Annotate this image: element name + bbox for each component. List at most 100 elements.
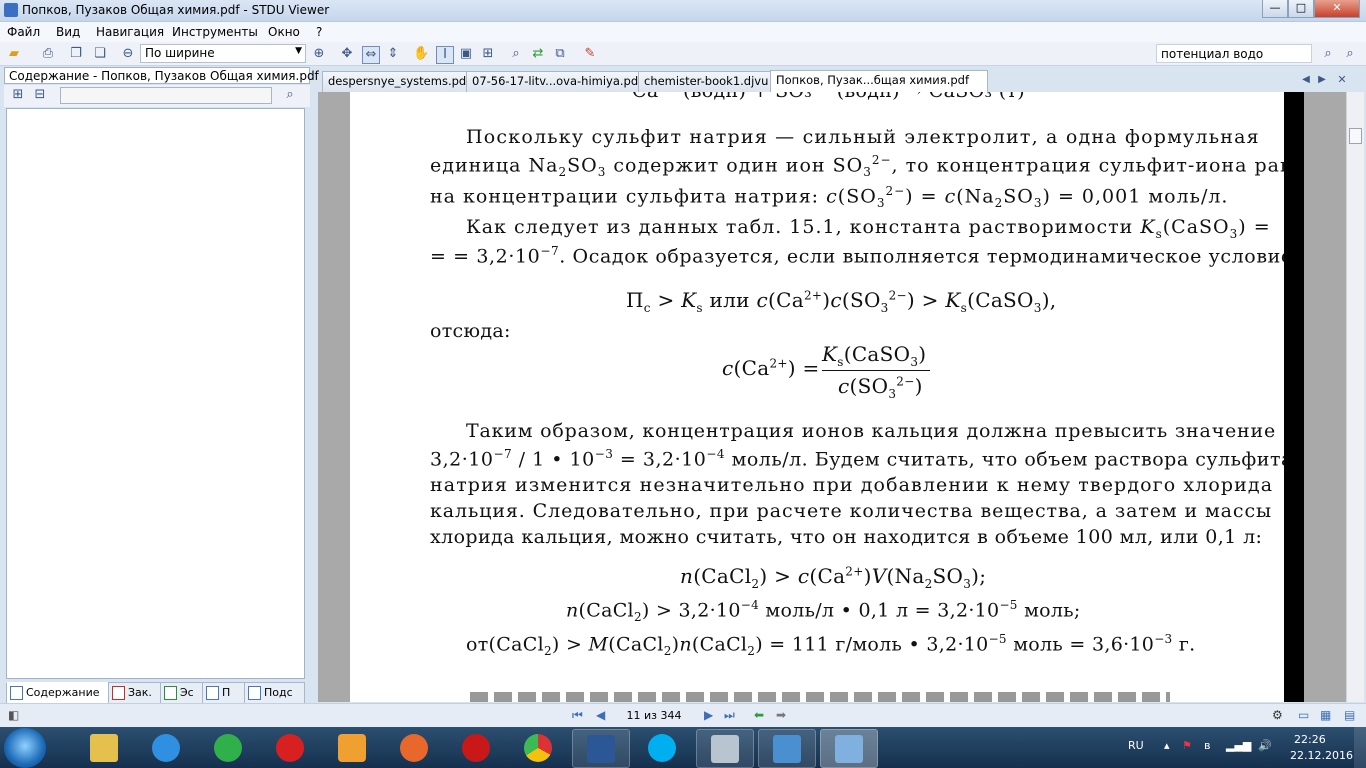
word-button[interactable] — [572, 729, 630, 768]
zoom-select[interactable]: По ширине ▼ — [140, 44, 306, 63]
clock-time[interactable]: 22:26 — [1294, 733, 1326, 746]
paragraph-line: 3,2·10−7 / 1 • 10−3 = 3,2·10−4 моль/л. Б… — [430, 447, 1293, 471]
back-icon[interactable]: ⬅ — [754, 708, 764, 722]
language-indicator[interactable]: RU — [1128, 739, 1144, 752]
scrollbar-thumb[interactable] — [1349, 128, 1362, 144]
firefox-button[interactable] — [386, 729, 442, 766]
paragraph-line: кальция. Следовательно, при расчете коли… — [430, 500, 1273, 522]
toc-search-icon[interactable]: ⌕ — [282, 87, 298, 103]
stdu-viewer-button[interactable] — [820, 729, 878, 768]
search-next-icon[interactable]: ⌕ — [1342, 46, 1358, 62]
continuous-icon[interactable]: ▤ — [1344, 708, 1355, 722]
copy-page-icon[interactable]: ❐ — [68, 46, 84, 62]
tab-bookmarks[interactable]: Зак. — [108, 682, 163, 705]
fit-page-icon[interactable]: ✥ — [339, 46, 355, 62]
minimize-button[interactable]: — — [1262, 0, 1288, 18]
last-page-icon[interactable]: ⏭ — [724, 708, 735, 723]
bookmark-icon — [112, 686, 125, 700]
snapshot-icon[interactable]: ⊞ — [480, 46, 496, 62]
tab-highlights[interactable]: Подс — [244, 682, 305, 705]
left-panel-tabs: Содержание Зак. Эс П Подс — [6, 682, 306, 705]
tab-contents[interactable]: Содержание — [6, 682, 111, 705]
flag-icon[interactable]: ⚑ — [1182, 739, 1192, 752]
opera-button[interactable] — [262, 729, 318, 766]
page-number-field[interactable]: 11 из 344 — [614, 707, 694, 725]
toc-tree[interactable] — [6, 108, 305, 679]
tab-close-icon[interactable]: ✕ — [1334, 72, 1350, 88]
toolbar: ▰ ⎙ ❐ ❏ ⊖ По ширине ▼ ⊕ ✥ ⇔ ⇕ ✋ I ▣ ⊞ ⌕ … — [0, 42, 1366, 66]
chrome-button[interactable] — [510, 729, 566, 766]
zoom-in-icon[interactable]: ⊕ — [311, 46, 327, 62]
settings-icon[interactable]: ⚙ — [1272, 708, 1283, 722]
next-page-icon[interactable]: ▶ — [704, 708, 713, 722]
ie-button[interactable] — [138, 729, 194, 766]
toc-filter-input[interactable] — [60, 87, 272, 104]
volume-icon[interactable]: 🔊 — [1258, 739, 1272, 752]
doc-tab-4[interactable]: Попков, Пузак...бщая химия.pdf — [770, 70, 988, 93]
doc-tab-2[interactable]: 07-56-17-litv...ova-himiya.pdf — [466, 71, 648, 93]
highlight-icon[interactable]: ✎ — [582, 46, 598, 62]
tab-thumbnails[interactable]: Эс — [160, 682, 205, 705]
menu-file[interactable]: Файл — [7, 25, 40, 39]
menu-view[interactable]: Вид — [56, 25, 80, 39]
paragraph-line: Как следует из данных табл. 15.1, конста… — [466, 216, 1271, 241]
panel-toggle-icon[interactable]: ◧ — [8, 708, 19, 722]
search-prev-icon[interactable]: ⌕ — [1320, 46, 1336, 62]
collapse-icon[interactable]: ⊟ — [32, 87, 48, 103]
document-view[interactable]: Ca²⁺ (водн) + SO₃²⁻ (водн) → CaSO₃ (т) П… — [318, 92, 1346, 702]
image-select-icon[interactable]: ▣ — [458, 46, 474, 62]
menu-navigation[interactable]: Навигация — [96, 25, 164, 39]
prev-page-icon[interactable]: ◀ — [596, 708, 605, 722]
tab-scroll-right-icon[interactable]: ▶ — [1314, 72, 1330, 88]
menu-tools[interactable]: Инструменты — [172, 25, 258, 39]
find-icon[interactable]: ⌕ — [508, 46, 524, 62]
vertical-scrollbar[interactable] — [1346, 92, 1364, 702]
at-mail-icon — [214, 734, 242, 762]
search-input[interactable]: потенциал водо — [1156, 44, 1312, 63]
show-desktop-button[interactable] — [1354, 727, 1366, 768]
single-page-icon[interactable]: ▭ — [1298, 708, 1309, 722]
menu-window[interactable]: Окно — [268, 25, 300, 39]
expand-icon[interactable]: ⊞ — [10, 87, 26, 103]
first-page-icon[interactable]: ⏮ — [572, 708, 583, 723]
tab-search[interactable]: П — [202, 682, 247, 705]
text-select-icon[interactable]: I — [436, 46, 454, 64]
menu-bar: Файл Вид Навигация Инструменты Окно ? — [0, 22, 1366, 42]
mail-button[interactable] — [200, 729, 256, 766]
fit-width-icon[interactable]: ⇔ — [362, 46, 380, 64]
maximize-button[interactable]: □ — [1288, 0, 1314, 18]
clock-date[interactable]: 22.12.2016 — [1290, 749, 1353, 762]
open-folder-icon[interactable]: ▰ — [6, 46, 22, 62]
media-player-button[interactable] — [324, 729, 380, 766]
close-button[interactable]: ✕ — [1314, 0, 1360, 18]
paragraph-line: Поскольку сульфит натрия — сильный элект… — [466, 126, 1260, 148]
tab-scroll-left-icon[interactable]: ◀ — [1298, 72, 1314, 88]
signal-icon[interactable]: ▂▄▆ — [1226, 739, 1251, 752]
bluetooth-icon[interactable]: ʙ — [1204, 739, 1210, 752]
paragraph-line: на концентрации сульфита натрия: c(SO32−… — [430, 184, 1229, 211]
forward-icon[interactable]: ➡ — [776, 708, 786, 722]
cut-off-text-line — [470, 692, 1170, 702]
chevron-down-icon: ▼ — [295, 46, 302, 56]
window-title: Попков, Пузаков Общая химия.pdf - STDU V… — [22, 3, 330, 17]
two-page-icon[interactable]: ▦ — [1320, 708, 1331, 722]
contents-icon — [10, 686, 23, 700]
copy-icon[interactable]: ⧉ — [552, 46, 568, 62]
show-hidden-icon[interactable]: ▴ — [1164, 739, 1170, 752]
doc-tab-1[interactable]: despersnye_systems.pdf — [322, 71, 476, 93]
equation-condition: Πc > Ks или c(Ca2+)c(SO32−) > Ks(CaSO3), — [626, 288, 1057, 315]
menu-help[interactable]: ? — [316, 25, 322, 39]
doc-tab-3[interactable]: chemister-book1.djvu — [638, 71, 780, 93]
explorer-button[interactable] — [76, 729, 132, 766]
page-layout-icon[interactable]: ❏ — [92, 46, 108, 62]
find-next-icon[interactable]: ⇄ — [530, 46, 546, 62]
opera-2-button[interactable] — [448, 729, 504, 766]
image-viewer-button[interactable] — [758, 729, 816, 768]
start-button[interactable] — [4, 728, 46, 768]
fit-height-icon[interactable]: ⇕ — [385, 46, 401, 62]
print-icon[interactable]: ⎙ — [40, 46, 56, 62]
calculator-button[interactable] — [696, 729, 754, 768]
hand-tool-icon[interactable]: ✋ — [413, 46, 429, 62]
zoom-out-icon[interactable]: ⊖ — [120, 46, 136, 62]
skype-button[interactable] — [634, 729, 690, 766]
